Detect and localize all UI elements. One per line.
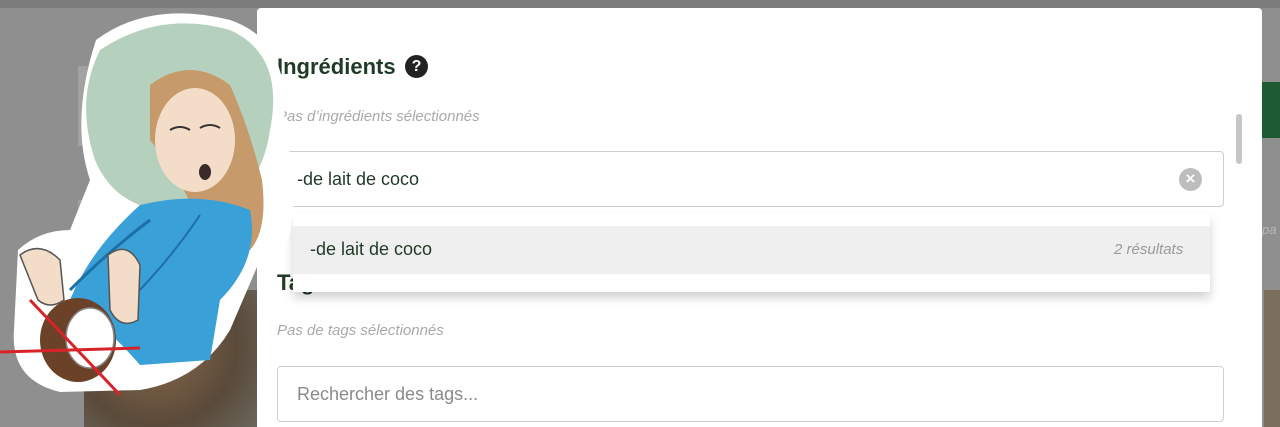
ingredients-selection-hint: Pas d’ingrédients sélectionnés	[277, 108, 480, 125]
background-green-button	[1262, 82, 1280, 138]
ingredients-search-input[interactable]	[277, 151, 1224, 207]
question-circle-icon[interactable]: ?	[405, 55, 428, 78]
background-hint-text: pa	[1262, 222, 1277, 237]
modal-scrollbar[interactable]	[1236, 114, 1242, 164]
autocomplete-option-label[interactable]: -de lait de coco	[310, 239, 432, 260]
tags-search-input[interactable]	[277, 366, 1224, 422]
coconut-refusal-illustration	[0, 13, 294, 397]
tags-selection-hint: Pas de tags sélectionnés	[277, 322, 444, 339]
background-recipe-image-right	[1264, 290, 1280, 427]
clear-circle-icon[interactable]: ×	[1179, 168, 1202, 191]
autocomplete-option-count: 2 résultats	[1114, 241, 1184, 258]
